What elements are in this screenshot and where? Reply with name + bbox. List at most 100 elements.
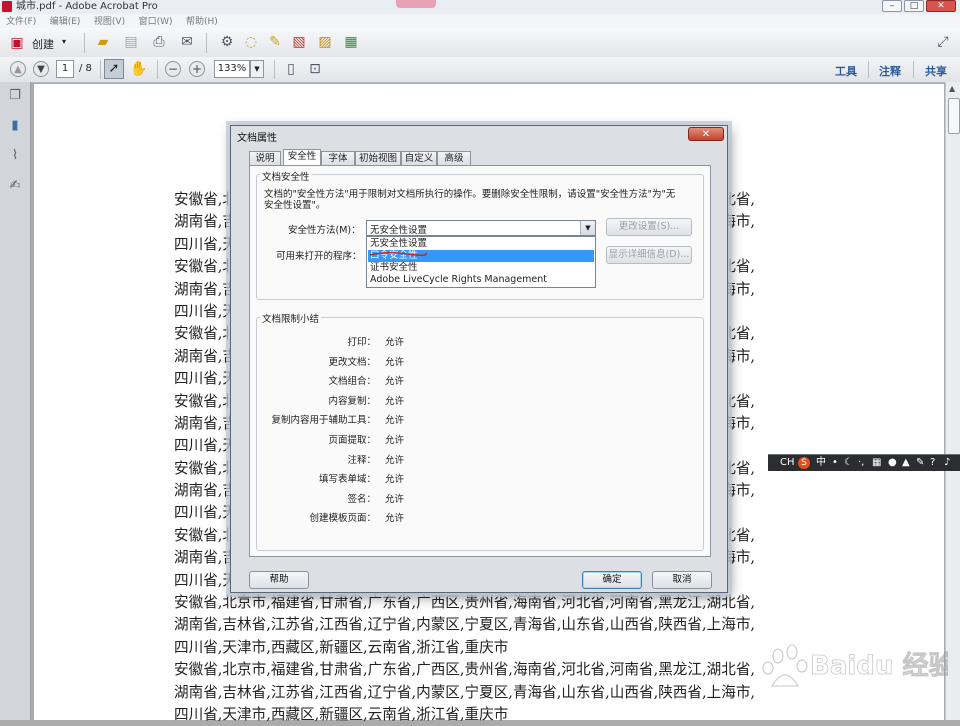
zoom-level-input[interactable]: 133% [214,60,250,78]
bookmark-icon[interactable]: ▮ [7,118,23,134]
security-method-select[interactable]: 无安全性设置 ▼ [366,220,596,236]
restriction-row: 打印： 允许 [250,334,550,348]
zoom-dropdown-icon[interactable]: ▼ [250,60,264,78]
email-icon[interactable]: ✉ [178,33,196,51]
create-pdf-icon[interactable]: ▣ [8,34,26,52]
change-settings-button[interactable]: 更改设置(S)... [606,218,692,236]
menu-edit[interactable]: 编辑(E) [50,15,81,29]
acrobat-icon [2,1,12,12]
tools-pane-link[interactable]: 工具 [835,63,857,79]
mic-icon[interactable]: ♪ [944,455,950,471]
ime-toolbar: CH S 中 • ☾ ·, ▦ ● ▲ ✎ ? ♪ [768,454,960,471]
help-icon[interactable]: ? [930,455,935,471]
scroll-up-icon[interactable]: ▲ [949,84,955,93]
comment-pane-link[interactable]: 注释 [879,63,901,79]
restriction-row: 创建模板页面： 允许 [250,510,550,524]
document-line: 湖南省,吉林省,江苏省,江西省,辽宁省,内蒙区,宁夏区,青海省,山东省,山西省,… [174,683,756,701]
highlight-icon[interactable]: ✎ [266,33,284,51]
restriction-row: 注释： 允许 [250,452,550,466]
maximize-button[interactable]: □ [904,0,924,12]
zoom-in-icon[interactable]: + [189,61,205,77]
share-icon[interactable]: ▦ [342,33,360,51]
chevron-down-icon[interactable]: ▾ [62,37,66,46]
comment-icon[interactable]: ◌ [242,33,260,51]
dialog-title: 文档属性 [237,133,277,144]
print-icon[interactable]: ⎙ [150,33,168,51]
help-button[interactable]: 帮助 [249,571,309,589]
share-pane-link[interactable]: 共享 [925,63,947,79]
tab-initial-view[interactable]: 初始视图 [355,151,401,166]
ime-mode[interactable]: 中 [816,455,826,471]
menu-file[interactable]: 文件(F) [6,15,36,29]
dialog-close-button[interactable]: ✕ [688,127,724,141]
close-button[interactable]: ✕ [926,0,956,12]
save-icon[interactable]: ▤ [122,33,140,51]
security-method-label: 安全性方法(M)： [288,225,361,236]
dot-icon[interactable]: ·, [858,455,864,471]
restriction-label: 创建模板页面： [309,513,376,525]
moon-icon[interactable]: ☾ [844,455,853,471]
window-title: 城市.pdf - Adobe Acrobat Pro [16,1,158,12]
next-page-icon[interactable]: ▼ [33,61,49,77]
ime-language[interactable]: CH [780,455,795,471]
navigation-toolbar: ▲ ▼ 1 / 8 ➚ ✋ − + 133% ▼ ▯ ⊡ 工具 注释 共享 [0,57,960,83]
restriction-row: 页面提取： 允许 [250,432,550,446]
show-details-button[interactable]: 显示详细信息(D)... [606,246,692,264]
keyboard-icon[interactable]: ▦ [872,455,881,471]
chevron-down-icon[interactable]: ▼ [580,221,595,235]
user-icon[interactable]: ● [888,455,897,471]
toolbar-divider [913,61,914,78]
gear-icon[interactable]: ⚙ [218,33,236,51]
cancel-button[interactable]: 取消 [652,571,712,589]
document-line: 安徽省,北京市,福建省,甘肃省,广东省,广西区,贵州省,海南省,河北省,河南省,… [174,594,756,612]
zoom-out-icon[interactable]: − [165,61,181,77]
taskbar-decoration [396,0,436,8]
menu-help[interactable]: 帮助(H) [186,15,218,29]
fit-page-icon[interactable]: ▯ [282,60,300,78]
create-button[interactable]: 创建 [32,36,54,52]
restriction-row: 内容复制： 允许 [250,393,550,407]
page-thumbnails-icon[interactable]: ❐ [7,88,23,104]
delete-page-icon[interactable]: ▧ [290,33,308,51]
tab-security[interactable]: 安全性 [283,149,321,166]
option-no-security[interactable]: 无安全性设置 [368,238,594,250]
prev-page-icon[interactable]: ▲ [10,61,26,77]
toolbar-divider [868,61,869,78]
tab-fonts[interactable]: 字体 [321,151,355,166]
signature-icon[interactable]: ✍ [7,178,23,194]
attachment-icon[interactable]: ⌇ [7,148,23,164]
restriction-value: 允许 [385,435,405,446]
select-cursor-icon[interactable]: ➚ [104,59,124,79]
scrollbar-thumb[interactable] [948,98,960,134]
tab-custom[interactable]: 自定义 [401,151,437,166]
option-livecycle-rights[interactable]: Adobe LiveCycle Rights Management [368,274,594,286]
restriction-label: 填写表单域： [318,474,376,486]
full-screen-icon[interactable]: ⊡ [306,60,324,78]
toolbar-divider [84,33,85,53]
red-underline-annotation [369,251,427,257]
restriction-label: 页面提取： [328,435,376,446]
restriction-value: 允许 [385,474,405,486]
minimize-button[interactable]: – [882,0,902,12]
expand-icon[interactable]: ⤢ [934,33,952,51]
main-toolbar: ▣ 创建 ▾ ▰ ▤ ⎙ ✉ ⚙ ◌ ✎ ▧ ▨ ▦ ⤢ [0,28,960,58]
vertical-scrollbar[interactable]: ▲ [945,82,960,720]
sogou-icon[interactable]: S [798,457,810,469]
menu-view[interactable]: 视图(V) [94,15,125,29]
punctuation-icon[interactable]: • [832,455,838,471]
export-icon[interactable]: ▨ [316,33,334,51]
navigation-pane: ❐ ▮ ⌇ ✍ [0,82,31,720]
menu-window[interactable]: 窗口(W) [139,15,173,29]
tab-advanced[interactable]: 高级 [437,151,471,166]
wrench-icon[interactable]: ✎ [916,455,924,471]
tab-description[interactable]: 说明 [249,151,281,166]
hand-tool-icon[interactable]: ✋ [130,60,148,78]
security-method-dropdown: 无安全性设置 口令安全性 证书安全性 Adobe LiveCycle Right… [366,236,596,288]
option-certificate-security[interactable]: 证书安全性 [368,262,594,274]
skin-icon[interactable]: ▲ [902,455,910,471]
ok-button[interactable]: 确定 [582,571,642,589]
toolbar-divider [100,60,101,79]
page-number-input[interactable]: 1 [56,60,74,78]
svg-text:Baidu 经验: Baidu 经验 [810,650,948,681]
open-folder-icon[interactable]: ▰ [94,33,112,51]
